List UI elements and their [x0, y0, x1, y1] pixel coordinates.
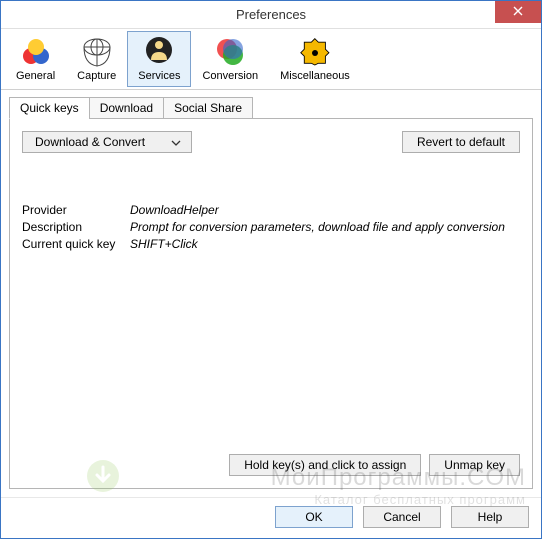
toolbar-item-services[interactable]: Services [127, 31, 191, 87]
toolbar-item-misc[interactable]: Miscellaneous [269, 31, 361, 87]
unmap-key-button[interactable]: Unmap key [429, 454, 520, 476]
toolbar-label: Miscellaneous [280, 70, 350, 82]
help-button[interactable]: Help [451, 506, 529, 528]
revert-default-button[interactable]: Revert to default [402, 131, 520, 153]
assign-key-button[interactable]: Hold key(s) and click to assign [229, 454, 421, 476]
quickkey-value: SHIFT+Click [130, 237, 198, 251]
general-icon [20, 36, 52, 68]
cancel-button[interactable]: Cancel [363, 506, 441, 528]
toolbar-item-general[interactable]: General [5, 31, 66, 87]
assign-row: Hold key(s) and click to assign Unmap ke… [22, 454, 520, 476]
tab-social-share[interactable]: Social Share [163, 97, 253, 119]
misc-icon [299, 36, 331, 68]
titlebar: Preferences [1, 1, 541, 29]
close-button[interactable] [495, 1, 541, 23]
dropdown-value: Download & Convert [35, 135, 145, 149]
window-title: Preferences [236, 7, 306, 22]
toolbar-label: Conversion [202, 70, 258, 82]
detail-row-description: Description Prompt for conversion parame… [22, 220, 520, 234]
provider-label: Provider [22, 203, 130, 217]
toolbar-label: Capture [77, 70, 116, 82]
toolbar-label: Services [138, 70, 180, 82]
toolbar-label: General [16, 70, 55, 82]
quickkey-label: Current quick key [22, 237, 130, 251]
close-icon [513, 5, 523, 19]
detail-row-quickkey: Current quick key SHIFT+Click [22, 237, 520, 251]
dialog-footer: OK Cancel Help [1, 497, 541, 538]
tab-download[interactable]: Download [89, 97, 164, 119]
tab-panel: Download & Convert Revert to default Pro… [9, 118, 533, 489]
tab-strip: Quick keys Download Social Share [9, 97, 533, 119]
toolbar-item-capture[interactable]: Capture [66, 31, 127, 87]
conversion-icon [214, 36, 246, 68]
panel-top-row: Download & Convert Revert to default [22, 131, 520, 153]
description-value: Prompt for conversion parameters, downlo… [130, 220, 505, 234]
capture-icon [81, 36, 113, 68]
services-icon [143, 36, 175, 68]
action-dropdown[interactable]: Download & Convert [22, 131, 192, 153]
chevron-down-icon [171, 135, 181, 149]
description-label: Description [22, 220, 130, 234]
provider-value: DownloadHelper [130, 203, 219, 217]
detail-row-provider: Provider DownloadHelper [22, 203, 520, 217]
tab-quick-keys[interactable]: Quick keys [9, 97, 90, 119]
content-area: Quick keys Download Social Share Downloa… [1, 90, 541, 497]
ok-button[interactable]: OK [275, 506, 353, 528]
toolbar: General Capture Services Conversion Misc… [1, 29, 541, 90]
preferences-window: Preferences General Capture Services [0, 0, 542, 539]
details-section: Provider DownloadHelper Description Prom… [22, 203, 520, 254]
toolbar-item-conversion[interactable]: Conversion [191, 31, 269, 87]
